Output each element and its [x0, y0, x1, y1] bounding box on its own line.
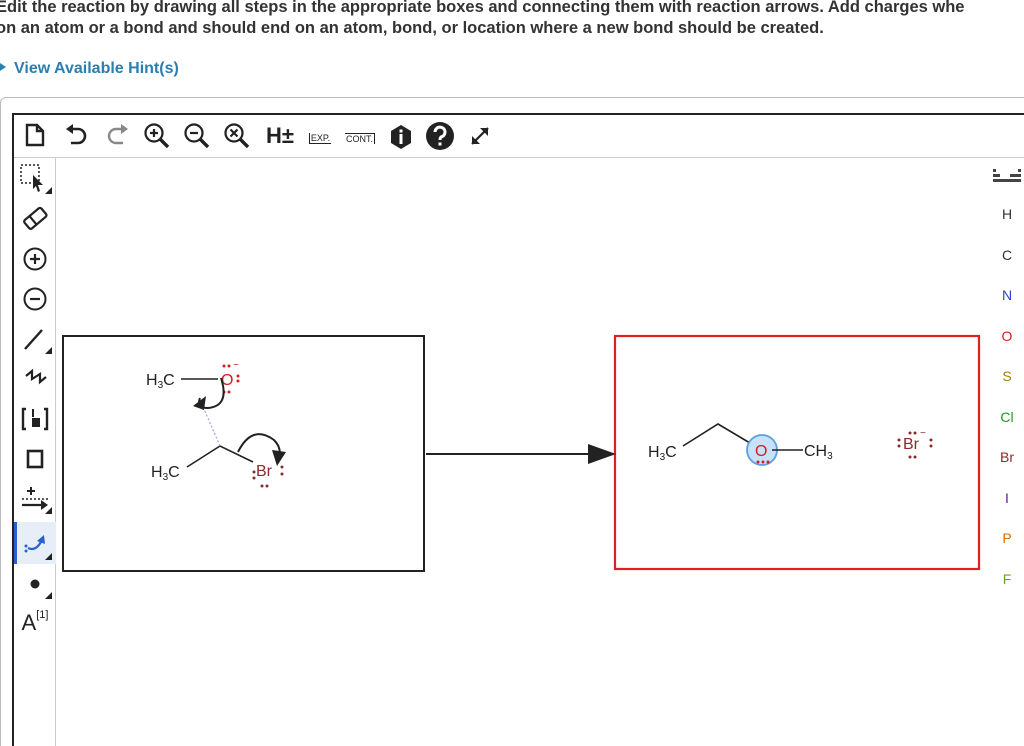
element-button-p[interactable]: P: [992, 530, 1022, 546]
zoom-reset-icon[interactable]: [222, 121, 252, 151]
methoxide-charge: −: [233, 360, 239, 371]
expand-label: EXP.: [308, 132, 332, 144]
element-button-br[interactable]: Br: [992, 449, 1022, 465]
ether-oxygen-lone-pairs: [756, 460, 770, 464]
contract-label: CONT.: [345, 132, 375, 144]
positive-charge-tool[interactable]: [14, 240, 56, 278]
eraser-tool[interactable]: [14, 199, 56, 237]
help-icon[interactable]: [424, 121, 456, 151]
selection-tool-dropdown-icon[interactable]: [45, 187, 52, 194]
negative-charge-tool[interactable]: [14, 280, 56, 318]
element-button-h[interactable]: H: [992, 206, 1022, 222]
atom-map-tool[interactable]: A [1]: [14, 604, 56, 642]
selection-tool[interactable]: [14, 160, 56, 198]
hydrogen-toggle-label: H±: [266, 123, 294, 148]
bromide-label[interactable]: Br: [903, 436, 920, 453]
bromide-charge: −: [920, 428, 926, 439]
instructions-line-1: Edit the reaction by drawing all steps i…: [0, 0, 965, 16]
curved-arrow-dropdown-icon[interactable]: [45, 553, 52, 560]
chain-tool[interactable]: [14, 360, 56, 398]
zoom-out-icon[interactable]: [182, 121, 212, 151]
bond-tool-dropdown-icon[interactable]: [45, 347, 52, 354]
fullscreen-icon[interactable]: [464, 121, 496, 151]
instructions-text: Edit the reaction by drawing all steps i…: [0, 0, 1024, 39]
bromine-label[interactable]: Br: [256, 463, 273, 480]
undo-icon[interactable]: [62, 123, 90, 149]
hydrogen-toggle-button[interactable]: H±: [264, 122, 296, 150]
element-button-o[interactable]: O: [992, 328, 1022, 344]
element-button-cl[interactable]: Cl: [992, 409, 1022, 425]
redo-icon[interactable]: [104, 123, 132, 149]
toolbar-divider: [14, 157, 1024, 158]
instructions-line-2: on an atom or a bond and should end on a…: [0, 19, 824, 37]
arrow-tool-dropdown-icon[interactable]: [45, 507, 52, 514]
view-hints-link[interactable]: View Available Hint(s): [0, 60, 179, 78]
reaction-arrow-tool[interactable]: [14, 480, 56, 518]
atom-map-index: [1]: [36, 609, 49, 621]
single-bond-tool[interactable]: [14, 320, 56, 358]
element-button-i[interactable]: I: [992, 490, 1022, 506]
zoom-in-icon[interactable]: [142, 121, 172, 151]
template-tool[interactable]: [14, 400, 56, 438]
new-document-icon[interactable]: [22, 122, 48, 148]
curved-arrow-tool[interactable]: [14, 522, 56, 564]
hint-label: View Available Hint(s): [14, 60, 179, 77]
periodic-table-icon[interactable]: [990, 163, 1024, 189]
info-icon[interactable]: [388, 123, 414, 151]
element-button-c[interactable]: C: [992, 247, 1022, 263]
atom-map-label: A: [21, 610, 37, 635]
box-tool[interactable]: [14, 440, 56, 478]
element-button-f[interactable]: F: [992, 571, 1022, 587]
expand-button[interactable]: EXP.: [304, 124, 336, 152]
element-button-s[interactable]: S: [992, 368, 1022, 384]
ether-oxygen-label[interactable]: O: [755, 443, 767, 460]
electron-dot-tool[interactable]: [14, 565, 56, 603]
contract-button[interactable]: CONT.: [342, 124, 378, 152]
dot-tool-dropdown-icon[interactable]: [45, 592, 52, 599]
element-button-n[interactable]: N: [992, 287, 1022, 303]
expand-triangle-icon: [0, 63, 6, 71]
molecule-editor: [12, 113, 1024, 746]
